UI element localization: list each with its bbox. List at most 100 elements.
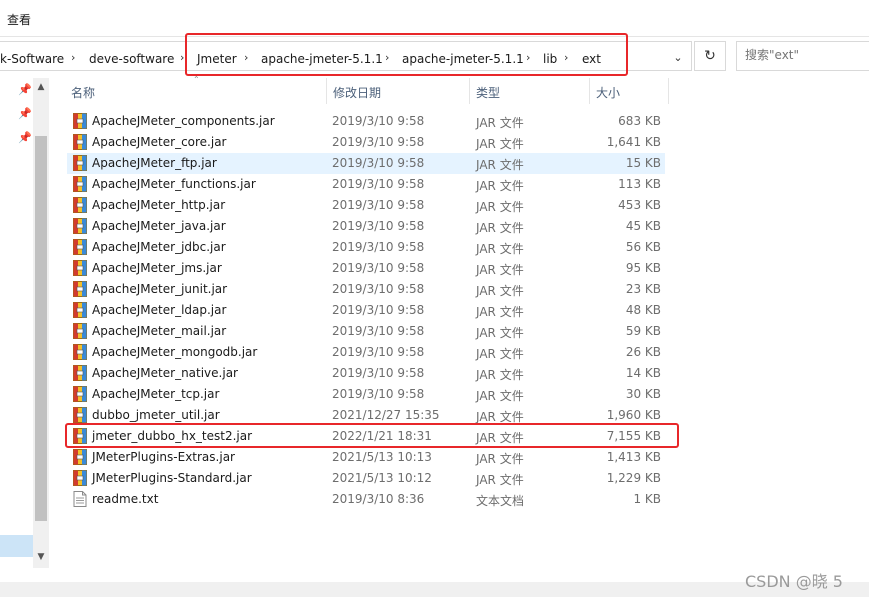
column-divider[interactable] bbox=[668, 78, 669, 104]
file-name: jmeter_dubbo_hx_test2.jar bbox=[92, 429, 253, 443]
nav-selected-item[interactable] bbox=[0, 535, 33, 557]
breadcrumb-item[interactable]: deve-software bbox=[89, 52, 174, 66]
file-date: 2019/3/10 8:36 bbox=[332, 492, 425, 506]
file-size: 15 KB bbox=[625, 156, 661, 170]
column-header-date[interactable]: 修改日期 bbox=[333, 84, 381, 101]
file-size: 1,229 KB bbox=[606, 471, 661, 485]
table-row[interactable]: ApacheJMeter_jdbc.jar 2019/3/10 9:58 JAR 文… bbox=[67, 237, 665, 258]
breadcrumb-item[interactable]: k-Software bbox=[0, 52, 64, 66]
file-size: 95 KB bbox=[625, 261, 661, 275]
file-date: 2019/3/10 9:58 bbox=[332, 366, 425, 380]
file-date: 2019/3/10 9:58 bbox=[332, 324, 425, 338]
refresh-icon: ↻ bbox=[704, 48, 716, 64]
breadcrumb-separator-icon[interactable]: › bbox=[564, 51, 568, 64]
scroll-up-icon[interactable]: ▲ bbox=[33, 80, 49, 94]
file-type: 文本文档 bbox=[476, 494, 525, 508]
pin-icon[interactable]: 📌 bbox=[18, 132, 32, 144]
jar-archive-icon bbox=[73, 302, 87, 318]
file-name: ApacheJMeter_java.jar bbox=[92, 219, 226, 233]
search-box[interactable] bbox=[736, 41, 869, 71]
breadcrumb-separator-icon[interactable]: › bbox=[244, 51, 248, 64]
file-size: 7,155 KB bbox=[606, 429, 661, 443]
jar-archive-icon bbox=[73, 134, 87, 150]
column-divider[interactable] bbox=[326, 78, 327, 104]
watermark: CSDN @晓 5 bbox=[745, 572, 843, 591]
breadcrumb-item[interactable]: Jmeter bbox=[197, 52, 237, 66]
breadcrumb-item[interactable]: apache-jmeter-5.1.1 bbox=[261, 52, 383, 66]
table-row[interactable]: ApacheJMeter_native.jar 2019/3/10 9:58 JAR… bbox=[67, 363, 665, 384]
jar-archive-icon bbox=[73, 449, 87, 465]
file-size: 1,413 KB bbox=[606, 450, 661, 464]
file-name: ApacheJMeter_mongodb.jar bbox=[92, 345, 258, 359]
file-date: 2019/3/10 9:58 bbox=[332, 156, 425, 170]
table-row[interactable]: ApacheJMeter_ldap.jar 2019/3/10 9:58 JAR 文… bbox=[67, 300, 665, 321]
table-row[interactable]: dubbo_jmeter_util.jar 2021/12/27 15:35 JAR… bbox=[67, 405, 665, 426]
nav-scrollbar[interactable]: ▲ ▼ bbox=[33, 78, 49, 568]
column-header-type[interactable]: 类型 bbox=[476, 84, 500, 101]
scrollbar-thumb[interactable] bbox=[35, 136, 47, 521]
file-name: readme.txt bbox=[92, 492, 159, 506]
file-type: JAR 文件 bbox=[476, 242, 524, 256]
refresh-button[interactable]: ↻ bbox=[694, 41, 726, 71]
breadcrumb-item-current[interactable]: ext bbox=[582, 52, 601, 66]
pin-icon[interactable]: 📌 bbox=[18, 108, 32, 120]
file-date: 2019/3/10 9:58 bbox=[332, 114, 425, 128]
table-row[interactable]: ApacheJMeter_components.jar 2019/3/10 9:5… bbox=[67, 111, 665, 132]
breadcrumb-item[interactable]: lib bbox=[543, 52, 557, 66]
file-type: JAR 文件 bbox=[476, 158, 524, 172]
file-type: JAR 文件 bbox=[476, 305, 524, 319]
breadcrumb-item[interactable]: apache-jmeter-5.1.1 bbox=[402, 52, 524, 66]
jar-archive-icon bbox=[73, 323, 87, 339]
column-header-name[interactable]: 名称 bbox=[71, 84, 95, 101]
jar-archive-icon bbox=[73, 260, 87, 276]
pin-icon[interactable]: 📌 bbox=[18, 84, 32, 96]
table-row[interactable]: ApacheJMeter_mail.jar 2019/3/10 9:58 JAR 文… bbox=[67, 321, 665, 342]
file-size: 1 KB bbox=[633, 492, 661, 506]
table-row[interactable]: ApacheJMeter_http.jar 2019/3/10 9:58 JAR 文… bbox=[67, 195, 665, 216]
jar-archive-icon bbox=[73, 197, 87, 213]
file-type: JAR 文件 bbox=[476, 473, 524, 487]
table-row[interactable]: JMeterPlugins-Extras.jar 2021/5/13 10:13 J… bbox=[67, 447, 665, 468]
table-row[interactable]: ApacheJMeter_core.jar 2019/3/10 9:58 JAR 文… bbox=[67, 132, 665, 153]
sort-caret-icon: ⌃ bbox=[193, 75, 200, 84]
file-size: 30 KB bbox=[625, 387, 661, 401]
search-input[interactable] bbox=[737, 42, 869, 68]
breadcrumb-separator-icon[interactable]: › bbox=[71, 51, 75, 64]
file-name: ApacheJMeter_ftp.jar bbox=[92, 156, 217, 170]
file-name: ApacheJMeter_jdbc.jar bbox=[92, 240, 226, 254]
address-bar[interactable]: k-Software › deve-software › Jmeter › ap… bbox=[0, 41, 692, 71]
table-row[interactable]: ApacheJMeter_java.jar 2019/3/10 9:58 JAR 文… bbox=[67, 216, 665, 237]
scroll-down-icon[interactable]: ▼ bbox=[33, 550, 49, 564]
file-size: 23 KB bbox=[625, 282, 661, 296]
file-size: 453 KB bbox=[618, 198, 661, 212]
file-name: ApacheJMeter_http.jar bbox=[92, 198, 226, 212]
table-row[interactable]: readme.txt 2019/3/10 8:36 文本文档 1 KB bbox=[67, 489, 665, 510]
jar-archive-icon bbox=[73, 155, 87, 171]
breadcrumb-separator-icon[interactable]: › bbox=[180, 51, 184, 64]
view-tab[interactable]: 查看 bbox=[7, 11, 31, 28]
table-row[interactable]: jmeter_dubbo_hx_test2.jar 2022/1/21 18:31… bbox=[67, 426, 665, 447]
file-size: 48 KB bbox=[625, 303, 661, 317]
table-row[interactable]: ApacheJMeter_tcp.jar 2019/3/10 9:58 JAR 文件… bbox=[67, 384, 665, 405]
breadcrumb-separator-icon[interactable]: › bbox=[526, 51, 530, 64]
file-size: 1,641 KB bbox=[606, 135, 661, 149]
table-row-hovered[interactable]: ApacheJMeter_ftp.jar 2019/3/10 9:58 JAR 文件… bbox=[67, 153, 665, 174]
table-row[interactable]: ApacheJMeter_functions.jar 2019/3/10 9:58… bbox=[67, 174, 665, 195]
horizontal-scrollbar[interactable] bbox=[0, 582, 869, 597]
jar-archive-icon bbox=[73, 113, 87, 129]
table-row[interactable]: ApacheJMeter_junit.jar 2019/3/10 9:58 JAR … bbox=[67, 279, 665, 300]
file-size: 26 KB bbox=[625, 345, 661, 359]
file-name: ApacheJMeter_mail.jar bbox=[92, 324, 227, 338]
column-divider[interactable] bbox=[589, 78, 590, 104]
table-row[interactable]: JMeterPlugins-Standard.jar 2021/5/13 10:1… bbox=[67, 468, 665, 489]
column-divider[interactable] bbox=[469, 78, 470, 104]
table-row[interactable]: ApacheJMeter_jms.jar 2019/3/10 9:58 JAR 文件… bbox=[67, 258, 665, 279]
address-row: k-Software › deve-software › Jmeter › ap… bbox=[0, 37, 869, 73]
file-size: 45 KB bbox=[625, 219, 661, 233]
column-header-size[interactable]: 大小 bbox=[596, 84, 620, 101]
chevron-down-icon[interactable]: ⌄ bbox=[669, 51, 687, 69]
text-document-icon bbox=[73, 491, 87, 507]
table-row[interactable]: ApacheJMeter_mongodb.jar 2019/3/10 9:58 JA… bbox=[67, 342, 665, 363]
file-name: ApacheJMeter_components.jar bbox=[92, 114, 275, 128]
breadcrumb-separator-icon[interactable]: › bbox=[385, 51, 389, 64]
